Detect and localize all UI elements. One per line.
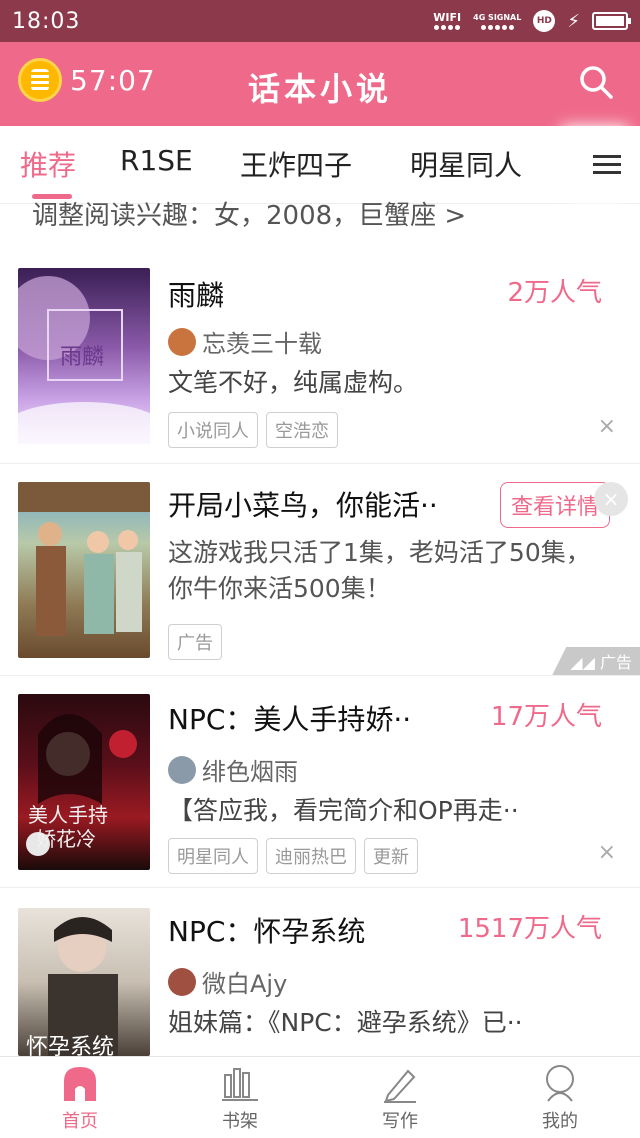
nav-write[interactable]: 写作 (360, 1063, 440, 1133)
battery-icon (592, 12, 631, 30)
svg-text:娇花冷: 娇花冷 (36, 827, 96, 851)
popularity: 2万人气 (507, 278, 602, 308)
author: 绯色烟雨 (168, 752, 298, 787)
book-title: NPC：美人手持娇·· (168, 703, 412, 736)
popularity: 1517万人气 (457, 914, 602, 944)
tag-list: 小说同人 空浩恋 (168, 412, 338, 448)
wifi-label: WIFI (433, 11, 462, 24)
book-description: 文笔不好，纯属虚构。 (168, 368, 419, 397)
tag-list: 明星同人 迪丽热巴 更新 (168, 838, 418, 874)
book-title: 雨麟 (168, 279, 225, 312)
ad-description-line: 你牛你来活500集！ (168, 574, 391, 603)
close-icon[interactable]: × (598, 414, 616, 439)
view-details-button[interactable]: 查看详情 (499, 482, 610, 528)
status-time: 18:03 (12, 8, 81, 34)
nav-label: 书架 (222, 1111, 258, 1132)
book-description: 【答应我，看完简介和OP再走·· (168, 796, 519, 825)
tab-menu-button[interactable] (574, 126, 640, 202)
pen-icon (384, 1069, 416, 1103)
popularity: 17万人气 (490, 702, 602, 732)
nav-label: 我的 (542, 1111, 578, 1132)
avatar (168, 967, 196, 996)
avatar (168, 327, 196, 356)
ad-badge: ◢◢ 广告 (552, 647, 640, 675)
author-name: 微白Ajy (202, 970, 288, 998)
tag[interactable]: 空浩恋 (266, 412, 338, 448)
home-icon (64, 1067, 96, 1101)
app-header: 57:07 话本小说 (0, 42, 640, 126)
ad-card[interactable]: 开局小菜鸟，你能活·· 查看详情 × 这游戏我只活了1集，老妈活了50集， 你牛… (0, 464, 640, 676)
tag[interactable]: 明星同人 (168, 838, 258, 874)
tag[interactable]: 更新 (364, 838, 418, 874)
svg-text:雨麟: 雨麟 (60, 345, 104, 370)
ad-logo-icon: ◢◢ (570, 653, 600, 672)
author: 忘羡三十载 (168, 324, 322, 359)
ad-description-line: 这游戏我只活了1集，老妈活了50集， (168, 538, 591, 567)
category-tabs: 推荐 R1SE 王炸四子 明星同人 Ⅰ (0, 126, 640, 204)
avatar (168, 755, 196, 784)
ad-tag: 广告 (168, 624, 222, 660)
nav-label: 首页 (62, 1111, 98, 1132)
tag[interactable]: 小说同人 (168, 412, 258, 448)
signal-label: 4G SIGNAL (473, 13, 522, 22)
profile-icon (546, 1065, 574, 1102)
menu-icon (593, 150, 621, 179)
tag[interactable]: 迪丽热巴 (266, 838, 356, 874)
nav-bookshelf[interactable]: 书架 (200, 1063, 280, 1133)
hd-icon: HD (533, 10, 556, 32)
svg-text:美人手持: 美人手持 (28, 803, 108, 827)
tab-recommend[interactable]: 推荐 (20, 144, 76, 184)
book-cover: 雨麟 (18, 268, 150, 444)
book-card[interactable]: 雨麟 雨麟 2万人气 忘羡三十载 文笔不好，纯属虚构。 小说同人 空浩恋 × (0, 250, 640, 464)
book-cover: 美人手持 娇花冷 (18, 694, 150, 870)
tab-celebrity-fanfic[interactable]: 明星同人 (410, 144, 522, 184)
ad-image (18, 482, 150, 658)
nav-home[interactable]: 首页 (40, 1063, 120, 1133)
bookshelf-icon (222, 1068, 258, 1101)
bottom-navigation: 首页 书架 写作 我的 (0, 1056, 640, 1138)
tab-r1se[interactable]: R1SE (120, 144, 193, 177)
app-title: 话本小说 (247, 70, 392, 108)
close-icon[interactable]: × (598, 840, 616, 865)
book-description: 姐妹篇：《NPC：避孕系统》已·· (168, 1008, 523, 1037)
nav-label: 写作 (382, 1111, 418, 1132)
nav-profile[interactable]: 我的 (520, 1063, 600, 1133)
svg-text:怀孕系统: 怀孕系统 (26, 1035, 114, 1056)
author-name: 忘羡三十载 (202, 330, 322, 358)
wifi-icon: WIFI (433, 12, 461, 30)
book-title: NPC：怀孕系统 (168, 915, 366, 948)
close-icon[interactable]: × (594, 482, 628, 516)
book-card[interactable]: 美人手持 娇花冷 NPC：美人手持娇·· 17万人气 绯色烟雨 【答应我，看完简… (0, 676, 640, 888)
book-cover: 怀孕系统 (18, 908, 150, 1056)
tag-list: 广告 (168, 624, 222, 660)
author: 微白Ajy (168, 964, 287, 999)
ad-badge-label: 广告 (599, 653, 632, 672)
book-card[interactable]: 怀孕系统 NPC：怀孕系统 1517万人气 微白Ajy 姐妹篇：《NPC：避孕系… (0, 888, 640, 1056)
status-bar: 18:03 WIFI 4G SIGNAL HD ⚡ (0, 0, 640, 42)
search-icon[interactable] (578, 64, 614, 100)
signal-icon: 4G SIGNAL (473, 12, 521, 30)
author-name: 绯色烟雨 (202, 758, 298, 786)
tab-wangzha[interactable]: 王炸四子 (240, 144, 352, 184)
ad-title: 开局小菜鸟，你能活·· (168, 489, 438, 522)
reading-preference-link[interactable]: 调整阅读兴趣：女，2008，巨蟹座 > (32, 196, 466, 230)
charging-icon: ⚡ (567, 10, 580, 32)
